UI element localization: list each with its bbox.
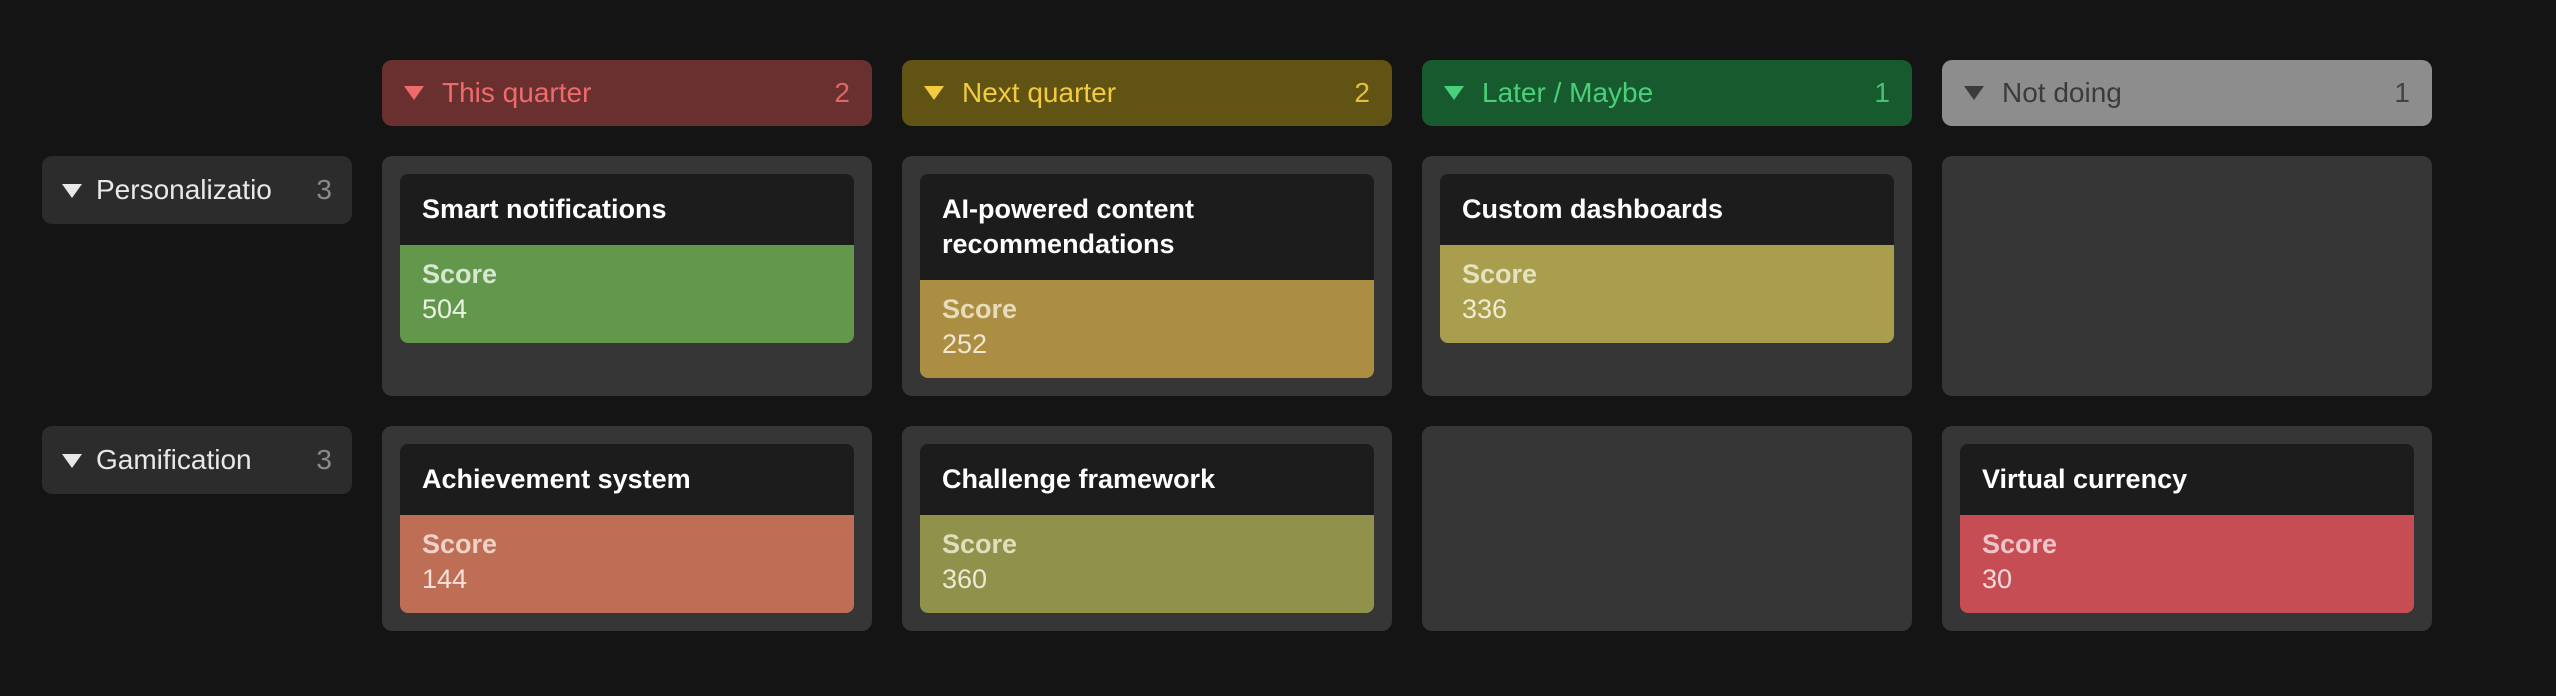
score-value: 336 xyxy=(1462,294,1872,325)
card-score: Score 504 xyxy=(400,245,854,343)
card-title: Challenge framework xyxy=(920,444,1374,515)
row-header-personalization[interactable]: Personalizatio 3 xyxy=(42,156,352,224)
score-value: 252 xyxy=(942,329,1352,360)
card-score: Score 252 xyxy=(920,280,1374,378)
row-header-gamification[interactable]: Gamification 3 xyxy=(42,426,352,494)
chevron-down-icon xyxy=(404,86,424,100)
column-header-count: 1 xyxy=(1874,77,1890,109)
card-score: Score 144 xyxy=(400,515,854,613)
row-header-count: 3 xyxy=(316,444,332,476)
score-value: 360 xyxy=(942,564,1352,595)
column-header-label: Later / Maybe xyxy=(1482,77,1874,109)
card-score: Score 360 xyxy=(920,515,1374,613)
cell-personalization_this-quarter: Smart notifications Score 504 xyxy=(382,156,872,396)
column-header-label: Next quarter xyxy=(962,77,1354,109)
column-header-not-doing[interactable]: Not doing1 xyxy=(1942,60,2432,126)
row-header-count: 3 xyxy=(316,174,332,206)
column-header-label: Not doing xyxy=(2002,77,2394,109)
corner-spacer xyxy=(42,60,352,126)
column-header-next-quarter[interactable]: Next quarter2 xyxy=(902,60,1392,126)
chevron-down-icon xyxy=(62,184,82,198)
score-value: 30 xyxy=(1982,564,2392,595)
cell-personalization_later-maybe: Custom dashboards Score 336 xyxy=(1422,156,1912,396)
card-gamification_next-quarter[interactable]: Challenge framework Score 360 xyxy=(920,444,1374,613)
card-personalization_next-quarter[interactable]: AI-powered content recommendations Score 2… xyxy=(920,174,1374,378)
cell-gamification_this-quarter: Achievement system Score 144 xyxy=(382,426,872,631)
card-title: Smart notifications xyxy=(400,174,854,245)
card-personalization_later-maybe[interactable]: Custom dashboards Score 336 xyxy=(1440,174,1894,343)
score-label: Score xyxy=(422,259,832,290)
card-score: Score 336 xyxy=(1440,245,1894,343)
cell-personalization_not-doing[interactable] xyxy=(1942,156,2432,396)
row-header-label: Gamification xyxy=(96,444,302,476)
column-header-count: 2 xyxy=(834,77,850,109)
score-label: Score xyxy=(1462,259,1872,290)
score-value: 504 xyxy=(422,294,832,325)
card-title: Custom dashboards xyxy=(1440,174,1894,245)
card-personalization_this-quarter[interactable]: Smart notifications Score 504 xyxy=(400,174,854,343)
chevron-down-icon xyxy=(1444,86,1464,100)
card-gamification_this-quarter[interactable]: Achievement system Score 144 xyxy=(400,444,854,613)
card-score: Score 30 xyxy=(1960,515,2414,613)
score-label: Score xyxy=(422,529,832,560)
score-label: Score xyxy=(942,294,1352,325)
row-header-label: Personalizatio xyxy=(96,174,302,206)
score-label: Score xyxy=(942,529,1352,560)
cell-personalization_next-quarter: AI-powered content recommendations Score 2… xyxy=(902,156,1392,396)
cell-gamification_not-doing: Virtual currency Score 30 xyxy=(1942,426,2432,631)
card-title: Achievement system xyxy=(400,444,854,515)
card-gamification_not-doing[interactable]: Virtual currency Score 30 xyxy=(1960,444,2414,613)
card-title: Virtual currency xyxy=(1960,444,2414,515)
score-label: Score xyxy=(1982,529,2392,560)
column-header-label: This quarter xyxy=(442,77,834,109)
column-header-this-quarter[interactable]: This quarter2 xyxy=(382,60,872,126)
card-title: AI-powered content recommendations xyxy=(920,174,1374,280)
cell-gamification_next-quarter: Challenge framework Score 360 xyxy=(902,426,1392,631)
chevron-down-icon xyxy=(924,86,944,100)
score-value: 144 xyxy=(422,564,832,595)
column-header-count: 2 xyxy=(1354,77,1370,109)
column-header-count: 1 xyxy=(2394,77,2410,109)
cell-gamification_later-maybe[interactable] xyxy=(1422,426,1912,631)
column-header-later-maybe[interactable]: Later / Maybe1 xyxy=(1422,60,1912,126)
chevron-down-icon xyxy=(1964,86,1984,100)
chevron-down-icon xyxy=(62,454,82,468)
